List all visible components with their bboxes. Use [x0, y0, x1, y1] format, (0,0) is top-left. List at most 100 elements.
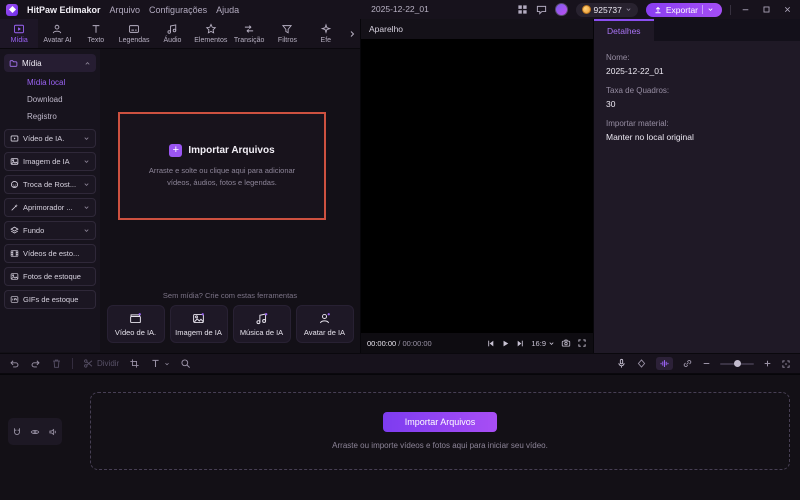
sidebar-group-video-ia[interactable]: Vídeo de IA. [4, 129, 96, 148]
tab-efeitos[interactable]: Efe [307, 19, 345, 48]
menu-configuracoes[interactable]: Configurações [149, 5, 207, 15]
tool-label: Imagem de IA [175, 328, 222, 337]
tab-detalhes[interactable]: Detalhes [594, 19, 654, 41]
tool-video-de-ia[interactable]: Vídeo de IA. [107, 305, 165, 343]
magnet-icon[interactable] [12, 427, 22, 437]
layout-grid-icon[interactable] [517, 4, 528, 15]
zoom-out-button[interactable] [702, 359, 711, 368]
tool-musica-de-ia[interactable]: Música de IA [233, 305, 291, 343]
export-button[interactable]: Exportar [646, 3, 722, 17]
preview-title: Aparelho [369, 24, 403, 34]
sidebar-item-registro[interactable]: Registro [4, 108, 96, 125]
tab-elementos[interactable]: Elementos [192, 19, 230, 48]
tab-legendas[interactable]: Legendas [115, 19, 153, 48]
chevron-down-icon [707, 6, 714, 13]
chevron-right-icon [348, 30, 356, 38]
sidebar-item-videos-de-estoque[interactable]: Vídeos de esto... [4, 244, 96, 263]
eye-icon[interactable] [30, 427, 40, 437]
delete-button[interactable] [51, 358, 62, 369]
tools-hint: Sem mídia? Crie com estas ferramentas [100, 291, 360, 300]
tab-label: Áudio [164, 37, 182, 44]
sidebar-group-troca-de-rosto[interactable]: Troca de Rost... [4, 175, 96, 194]
split-button[interactable]: Dividir [83, 358, 119, 369]
voiceover-mic-icon[interactable] [616, 358, 627, 369]
sidebar-item-midia-local[interactable]: Mídia local [4, 74, 96, 91]
tab-avatar-ai[interactable]: Avatar AI [38, 19, 76, 48]
tool-imagem-de-ia[interactable]: Imagem de IA [170, 305, 228, 343]
tab-transicao[interactable]: Transição [230, 19, 268, 48]
music-ai-tool-icon [255, 312, 268, 325]
preview-panel: Aparelho 00:00:00 / 00:00:00 16:9 [361, 19, 593, 353]
tab-texto[interactable]: Texto [77, 19, 115, 48]
feedback-chat-icon[interactable] [536, 4, 547, 15]
video-preview [361, 39, 593, 333]
import-files-dropzone[interactable]: + Importar Arquivos Arraste e solte ou c… [118, 112, 326, 220]
details-panel: Detalhes Nome: 2025-12-22_01 Taxa de Qua… [594, 19, 800, 353]
import-description: Arraste e solte ou clique aqui para adic… [136, 165, 308, 188]
sidebar-group-fundo[interactable]: Fundo [4, 221, 96, 240]
menu-arquivo[interactable]: Arquivo [110, 5, 141, 15]
coin-icon [582, 5, 591, 14]
tab-label: Texto [87, 37, 104, 44]
maximize-button[interactable] [760, 5, 773, 14]
tab-audio[interactable]: Áudio [153, 19, 191, 48]
snapshot-camera-icon[interactable] [561, 338, 571, 348]
field-label: Importar material: [606, 119, 788, 128]
titlebar-divider [730, 5, 731, 15]
tab-filtros[interactable]: Filtros [268, 19, 306, 48]
sidebar-item-label: Fotos de estoque [23, 272, 90, 281]
close-button[interactable] [781, 5, 794, 14]
text-tab-icon [90, 23, 102, 35]
timeline-dropzone[interactable]: Importar Arquivos Arraste ou importe víd… [90, 392, 790, 470]
tool-avatar-de-ia[interactable]: Avatar de IA [296, 305, 354, 343]
play-button[interactable] [501, 339, 510, 348]
sidebar-item-download[interactable]: Download [4, 91, 96, 108]
timeline-area: Importar Arquivos Arraste ou importe víd… [0, 375, 800, 500]
chevron-down-icon [625, 6, 632, 13]
tab-midia[interactable]: Mídia [0, 19, 38, 48]
fit-timeline-button[interactable] [781, 359, 791, 369]
sidebar-item-gifs-de-estoque[interactable]: GIFs de estoque [4, 290, 96, 309]
undo-button[interactable] [9, 358, 20, 369]
sidebar-group-label: Mídia [22, 59, 80, 68]
redo-button[interactable] [30, 358, 41, 369]
text-tool-button[interactable] [150, 358, 170, 369]
sidebar-group-aprimorador[interactable]: Aprimorador ... [4, 198, 96, 217]
tabs-scroll-right-button[interactable] [345, 19, 360, 48]
next-frame-button[interactable] [516, 339, 525, 348]
crop-button[interactable] [129, 358, 140, 369]
user-avatar[interactable] [555, 3, 568, 16]
marker-zoom-button[interactable] [180, 358, 191, 369]
magnifier-icon [180, 358, 191, 369]
zoom-in-button[interactable] [763, 359, 772, 368]
tab-label: Filtros [278, 37, 297, 44]
timeline-zoom-slider[interactable] [720, 363, 754, 365]
tool-label: Música de IA [240, 328, 283, 337]
menu-ajuda[interactable]: Ajuda [216, 5, 239, 15]
sidebar-group-midia[interactable]: Mídia [4, 54, 96, 72]
aspect-ratio-select[interactable]: 16:9 [531, 339, 555, 348]
sidebar-group-label: Aprimorador ... [23, 203, 79, 212]
fullscreen-icon[interactable] [577, 338, 587, 348]
keyframe-icon[interactable] [636, 358, 647, 369]
stock-photos-icon [10, 272, 19, 281]
coins-badge[interactable]: 925737 [576, 3, 638, 17]
speaker-icon[interactable] [48, 427, 58, 437]
field-value: Manter no local original [606, 132, 788, 142]
app-window: HitPaw Edimakor Arquivo Configurações Aj… [0, 0, 800, 500]
detail-field-nome: Nome: 2025-12-22_01 [606, 53, 788, 76]
asset-tabbar: Mídia Avatar AI Texto Legendas Áudio Ele… [0, 19, 360, 49]
import-title: Importar Arquivos [188, 145, 274, 156]
audio-wave-toggle[interactable] [656, 357, 673, 370]
minimize-button[interactable] [739, 5, 752, 14]
field-value: 30 [606, 99, 788, 109]
sidebar-item-fotos-de-estoque[interactable]: Fotos de estoque [4, 267, 96, 286]
zoom-slider-knob[interactable] [734, 360, 741, 367]
media-tab-icon [13, 23, 25, 35]
aspect-ratio-value: 16:9 [531, 339, 546, 348]
timeline-import-button[interactable]: Importar Arquivos [383, 412, 498, 432]
link-tracks-icon[interactable] [682, 358, 693, 369]
sidebar-group-imagem-ia[interactable]: Imagem de IA [4, 152, 96, 171]
effects-tab-icon [320, 23, 332, 35]
previous-frame-button[interactable] [486, 339, 495, 348]
